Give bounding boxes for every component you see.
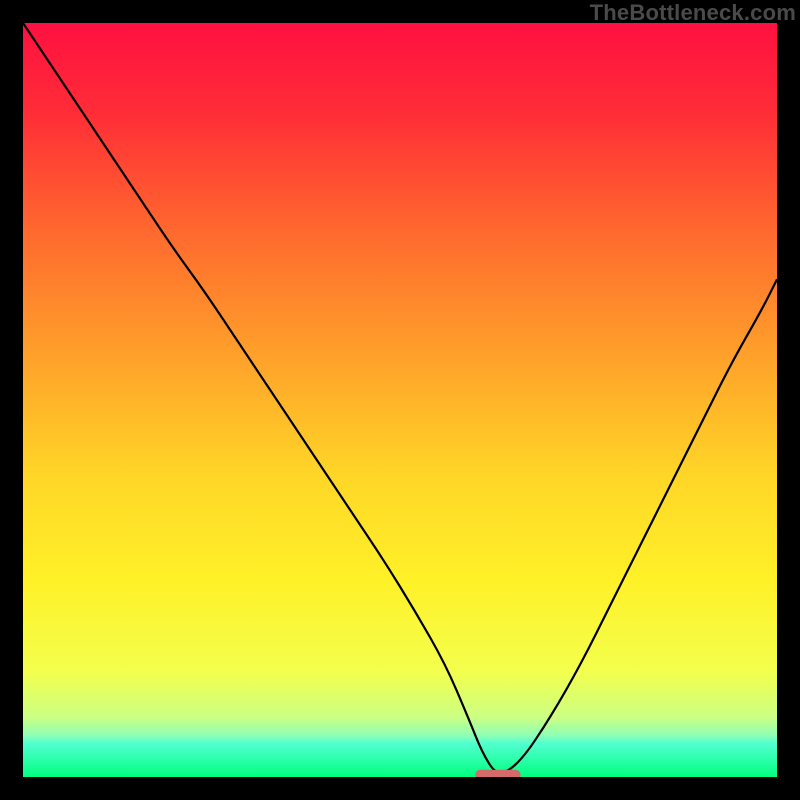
gradient-background — [23, 23, 777, 777]
plot-area — [23, 23, 777, 777]
plot-svg — [23, 23, 777, 777]
watermark-label: TheBottleneck.com — [590, 0, 796, 26]
optimal-marker — [475, 770, 520, 777]
chart-frame: TheBottleneck.com — [0, 0, 800, 800]
